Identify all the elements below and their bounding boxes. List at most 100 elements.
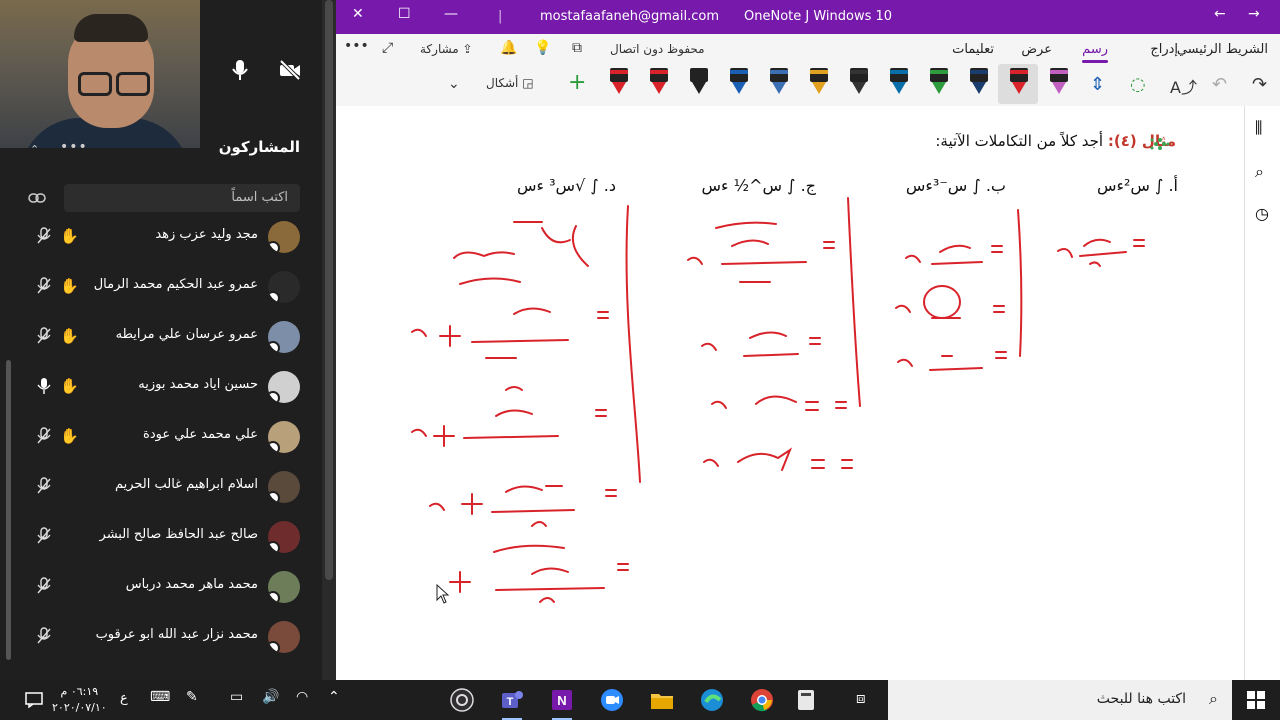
back-icon[interactable]: ← [1214, 6, 1226, 22]
participant-search-input[interactable]: اكتب اسماً [64, 184, 300, 212]
volume-icon[interactable]: 🔊 [262, 689, 279, 705]
forward-icon[interactable]: → [1248, 6, 1260, 22]
participant-row[interactable]: حسين اياد محمد بوزيه ✋ [0, 362, 322, 412]
invite-link-icon[interactable] [28, 190, 46, 209]
mic-muted-icon [36, 277, 52, 299]
pen-tool[interactable] [766, 64, 792, 100]
participant-row[interactable]: محمد نزار عبد الله ابو عرقوب [0, 612, 322, 662]
redo-icon[interactable]: ↷ [1252, 74, 1267, 95]
language-indicator[interactable]: ع [120, 691, 128, 706]
pen-tool[interactable] [646, 64, 672, 100]
taskbar-search-input[interactable]: اكتب هنا للبحث ⌕ [888, 680, 1232, 720]
account-email[interactable]: mostafaafaneh@gmail.com [540, 9, 719, 24]
pen-tool[interactable] [886, 64, 912, 100]
more-options-icon[interactable]: ••• [60, 139, 88, 155]
system-clock[interactable]: ٠٦:١٩ م ٢٠٢٠/٠٧/١٠ [52, 684, 107, 716]
bell-icon[interactable]: 🔔 [500, 40, 517, 56]
title-bar: ✕ ☐ — | mostafaafaneh@gmail.com OneNote … [336, 0, 1280, 34]
participants-scrollbar[interactable] [6, 360, 11, 660]
participant-row[interactable]: عمرو عبد الحكيم محمد الرمال ✋ [0, 262, 322, 312]
history-icon[interactable]: ◷ [1255, 204, 1269, 223]
pen-tool[interactable] [1046, 64, 1072, 100]
zoom-icon[interactable] [598, 686, 626, 714]
tab-view[interactable]: عرض [1021, 42, 1052, 57]
mic-muted-icon [36, 527, 52, 549]
pen-tool[interactable] [846, 64, 872, 100]
avatar [268, 471, 300, 503]
tab-home[interactable]: الشريط الرئيسي [1177, 42, 1268, 57]
saved-status: محفوظ دون اتصال [610, 42, 705, 56]
onenote-taskbar-icon[interactable]: N [548, 686, 576, 720]
microphone-icon[interactable] [226, 56, 254, 84]
tab-draw[interactable]: رسم [1082, 42, 1108, 63]
maximize-icon[interactable]: ☐ [398, 6, 411, 22]
avatar [268, 221, 300, 253]
tray-expand-icon[interactable]: ⌃ [328, 689, 340, 705]
pen-tool[interactable] [926, 64, 952, 100]
pen-tool[interactable] [686, 64, 712, 100]
participant-row[interactable]: صالح عبد الحافظ صالح البشر [0, 512, 322, 562]
tab-insert[interactable]: إدراج [1150, 42, 1178, 57]
lightbulb-icon[interactable]: 💡 [534, 40, 551, 56]
chrome-icon[interactable] [748, 686, 776, 714]
mic-muted-icon [36, 627, 52, 649]
search-icon[interactable]: ⌕ [1255, 162, 1264, 182]
mic-muted-icon [36, 577, 52, 599]
pen-tool[interactable] [1006, 64, 1032, 100]
undo-icon[interactable]: ↶ [1212, 74, 1227, 95]
raised-hand-icon: ✋ [60, 277, 79, 295]
pen-tool[interactable] [606, 64, 632, 100]
participant-list: مجد وليد عزب زهد ✋ عمرو عبد الحكيم محمد ال… [0, 212, 322, 680]
camera-off-icon[interactable] [276, 56, 304, 84]
pen-workspace-icon[interactable]: ✎ [186, 689, 198, 705]
mouse-cursor [436, 584, 450, 604]
participant-row[interactable]: اسلام ابراهيم غالب الحريم [0, 462, 322, 512]
pen-tool[interactable] [966, 64, 992, 100]
search-placeholder: اكتب اسماً [231, 190, 288, 205]
app-icon[interactable] [792, 686, 820, 714]
participant-row[interactable]: محمد ماهر محمد درباس [0, 562, 322, 612]
windows-start-icon[interactable] [1242, 686, 1270, 714]
raised-hand-icon: ✋ [60, 327, 79, 345]
edge-icon[interactable] [698, 686, 726, 714]
teams-icon[interactable]: T [498, 686, 526, 720]
participant-row[interactable]: مجد وليد عزب زهد ✋ [0, 212, 322, 262]
participant-row[interactable]: علي محمد علي عودة ✋ [0, 412, 322, 462]
panel-scrollbar[interactable] [322, 0, 336, 680]
teams-panel: ⌃ ••• المشاركون اكتب اسماً مجد وليد عزب … [0, 0, 336, 680]
ink-to-text-icon[interactable]: A⤴ [1170, 74, 1197, 98]
battery-icon[interactable]: ▭ [230, 689, 243, 705]
participant-name: علي محمد علي عودة [143, 427, 258, 442]
notebooks-icon[interactable]: ⫼ [1255, 118, 1262, 138]
participant-name: مجد وليد عزب زهد [155, 227, 258, 242]
taskbar-search-placeholder: اكتب هنا للبحث [1096, 691, 1186, 707]
mic-muted-icon [36, 327, 52, 349]
participant-name: حسين اياد محمد بوزيه [138, 377, 258, 392]
more-icon[interactable]: ••• [344, 38, 369, 54]
chevron-down-icon[interactable]: ⌄ [448, 76, 460, 92]
note-canvas[interactable]: مثال (٤): أجد كلاً من التكاملات الآتية: … [336, 106, 1244, 680]
pen-tool[interactable] [806, 64, 832, 100]
file-explorer-icon[interactable] [648, 686, 676, 714]
pen-tool[interactable] [726, 64, 752, 100]
tab-help[interactable]: تعليمات [952, 42, 994, 57]
share-button[interactable]: مشاركة ⇪ [420, 42, 473, 56]
mic-muted-icon [36, 477, 52, 499]
lasso-select-icon[interactable]: ◌ [1130, 74, 1146, 95]
expand-icon[interactable]: ⤢ [382, 40, 393, 56]
obs-icon[interactable] [448, 686, 476, 714]
participants-title: المشاركون [218, 138, 300, 156]
close-icon[interactable]: ✕ [352, 6, 364, 22]
keyboard-icon[interactable]: ⌨ [150, 689, 170, 705]
insert-space-icon[interactable]: ⇕ [1090, 74, 1105, 95]
wifi-icon[interactable]: ◠ [296, 689, 308, 705]
add-pen-icon[interactable]: + [568, 70, 586, 95]
sync-icon[interactable]: ⧉ [572, 40, 582, 56]
notifications-icon[interactable] [20, 686, 48, 714]
participant-name: صالح عبد الحافظ صالح البشر [99, 527, 258, 542]
minimize-icon[interactable]: — [444, 6, 458, 22]
task-view-icon[interactable]: ⧈ [856, 689, 866, 707]
shapes-button[interactable]: أشكال ◲ [486, 76, 534, 90]
participant-row[interactable]: عمرو عرسان علي مرايطه ✋ [0, 312, 322, 362]
collapse-icon[interactable]: ⌃ [30, 143, 39, 156]
